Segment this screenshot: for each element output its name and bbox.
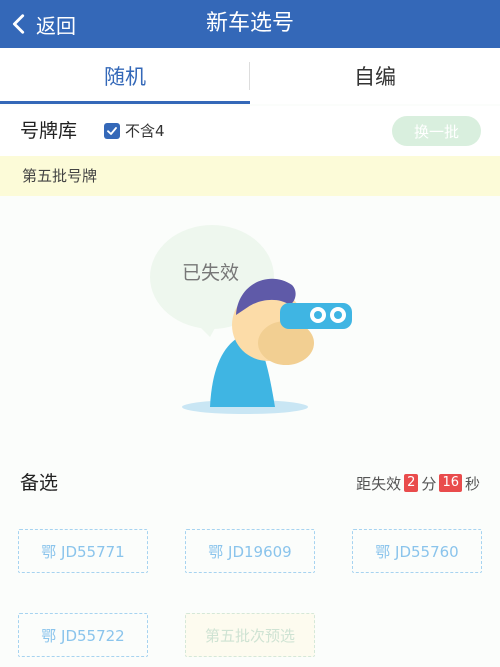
expired-status-text: 已失效 <box>182 262 240 284</box>
checkbox-checked-icon <box>104 122 120 139</box>
tab-divider <box>249 62 250 90</box>
countdown-minutes: 2 <box>404 474 419 492</box>
seconds-unit: 秒 <box>464 474 480 493</box>
spare-section-header: 备选 距失效 2 分 16 秒 <box>0 458 500 508</box>
minutes-unit: 分 <box>421 474 437 493</box>
countdown-prefix: 距失效 <box>356 474 402 493</box>
navigation-bar: 返回 新车选号 <box>0 0 500 48</box>
countdown-seconds: 16 <box>439 474 462 492</box>
expired-illustration <box>150 225 352 414</box>
next-batch-preselect-button[interactable]: 第五批次预选 <box>185 613 315 657</box>
countdown-timer: 距失效 2 分 16 秒 <box>356 458 480 508</box>
batch-banner: 第五批号牌 <box>0 156 500 196</box>
exclude-four-label: 不含4 <box>125 122 165 140</box>
plate-option[interactable]: 鄂 JD55722 <box>18 613 148 657</box>
plate-library-title: 号牌库 <box>20 120 78 142</box>
exclude-four-checkbox[interactable]: 不含4 <box>104 120 165 141</box>
plate-option[interactable]: 鄂 JD55760 <box>352 529 482 573</box>
back-label: 返回 <box>36 13 76 38</box>
swap-batch-button[interactable]: 换一批 <box>392 116 481 146</box>
chevron-left-icon <box>12 14 25 34</box>
spare-title: 备选 <box>20 472 59 494</box>
plate-option[interactable]: 鄂 JD55771 <box>18 529 148 573</box>
tab-random[interactable]: 随机 <box>0 48 250 104</box>
tab-custom[interactable]: 自编 <box>250 48 500 104</box>
back-button[interactable]: 返回 <box>8 0 76 48</box>
tab-bar: 随机 自编 <box>0 48 500 104</box>
plate-option[interactable]: 鄂 JD19609 <box>185 529 315 573</box>
batch-label: 第五批号牌 <box>22 167 98 185</box>
